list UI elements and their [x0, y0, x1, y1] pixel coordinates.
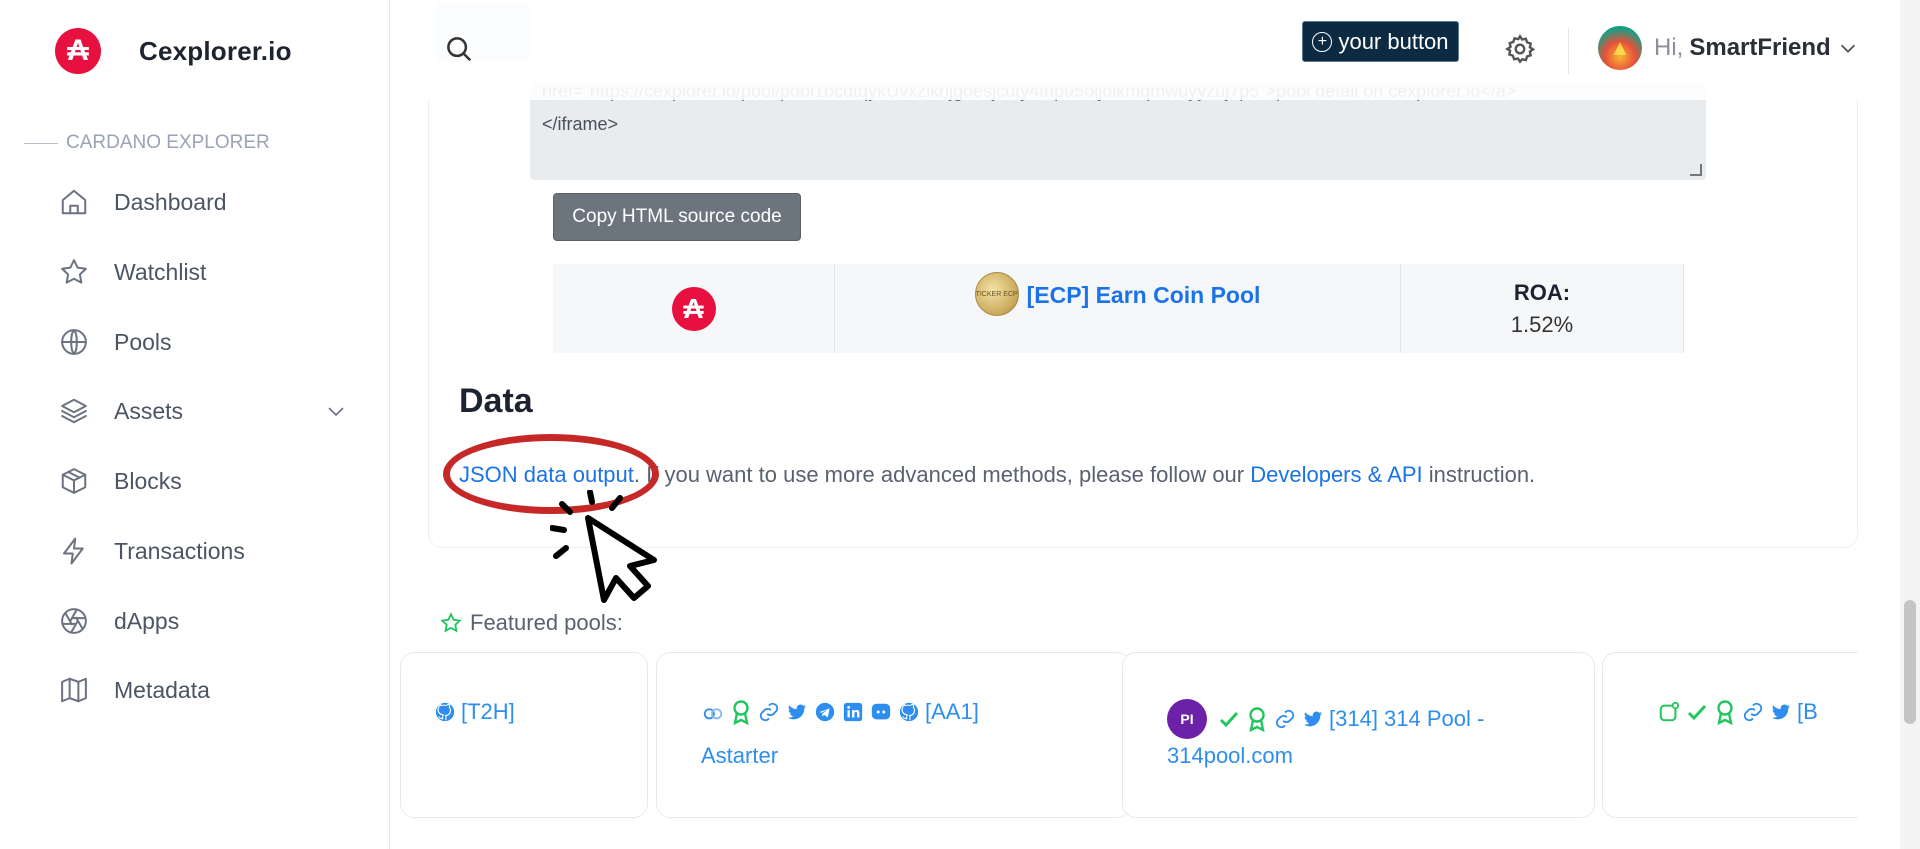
sidebar-item-pools[interactable]: Pools [58, 322, 348, 362]
pool-logo-icon [1657, 700, 1681, 724]
twitter-icon[interactable] [1769, 700, 1793, 724]
user-menu[interactable]: ▲ Hi, SmartFriend [1598, 26, 1859, 70]
pool-name-link[interactable]: Astarter [701, 743, 778, 769]
featured-pool-card[interactable]: [B [1602, 652, 1858, 818]
pool-preview-roa-cell: ROA: 1.52% [1401, 264, 1684, 353]
sidebar-item-label: Transactions [114, 537, 245, 564]
cardano-logo-icon: ₳ [671, 286, 716, 331]
link-icon[interactable] [1273, 707, 1297, 731]
award-badge-icon [1713, 700, 1737, 726]
github-icon[interactable] [433, 700, 457, 724]
twitter-icon[interactable] [1301, 707, 1325, 731]
chevron-down-icon [1837, 37, 1859, 59]
pool-preview-logo-cell: ₳ [553, 264, 835, 353]
avatar: ▲ [1598, 26, 1642, 70]
pool-ticker-link[interactable]: [314] 314 Pool - [1329, 706, 1484, 732]
gear-icon[interactable] [1504, 33, 1538, 67]
data-section-title: Data [459, 382, 533, 420]
sidebar-item-label: dApps [114, 607, 180, 634]
pool-ticker-link[interactable]: [T2H] [461, 699, 515, 725]
copy-html-button[interactable]: Copy HTML source code [553, 193, 801, 241]
star-icon [58, 256, 90, 288]
header-divider [1568, 28, 1569, 74]
roa-value: 1.52% [1510, 311, 1574, 337]
cube-icon [58, 465, 90, 497]
sidebar-item-watchlist[interactable]: Watchlist [58, 252, 348, 292]
globe-icon [58, 326, 90, 358]
featured-pool-card[interactable]: [T2H] [400, 652, 648, 818]
pool-name-link[interactable]: 314pool.com [1167, 743, 1293, 769]
discord-icon[interactable] [869, 700, 893, 724]
sidebar-item-label: Assets [114, 397, 184, 424]
github-icon[interactable] [897, 700, 921, 724]
award-badge-icon [1245, 707, 1269, 733]
sidebar-item-dapps[interactable]: dApps [58, 601, 348, 641]
roa-label: ROA: [1513, 279, 1571, 305]
pool-name-link[interactable]: [ECP] Earn Coin Pool [1027, 282, 1261, 309]
check-icon [1217, 707, 1241, 731]
pool-ticker-link[interactable]: [B [1797, 699, 1818, 725]
sidebar-item-label: Watchlist [114, 258, 207, 285]
sidebar-item-metadata[interactable]: Metadata [58, 670, 348, 710]
pointer-cursor-icon [549, 489, 680, 610]
your-button[interactable]: + your button [1302, 21, 1459, 62]
sidebar-item-dashboard[interactable]: Dashboard [58, 182, 348, 222]
bolt-icon [58, 535, 90, 567]
brand-name: Cexplorer.io [139, 35, 292, 66]
telegram-icon[interactable] [813, 700, 837, 724]
sidebar-item-label: Blocks [114, 467, 182, 494]
resize-handle-icon[interactable] [1690, 164, 1702, 176]
check-icon [1685, 700, 1709, 724]
data-section-middle-text: . If you want to use more advanced metho… [633, 462, 1251, 487]
linkedin-icon[interactable] [841, 700, 865, 724]
pool-avatar: PI [1167, 699, 1207, 739]
scrollbar-thumb[interactable] [1904, 600, 1916, 724]
search-icon[interactable] [444, 34, 478, 68]
embed-code-line: </iframe> [542, 114, 619, 134]
username: SmartFriend [1689, 34, 1831, 61]
featured-pool-card[interactable]: PI [314] 314 Pool - 314pool.com [1122, 652, 1595, 818]
data-section-end-text: instruction. [1422, 462, 1536, 487]
sidebar-item-transactions[interactable]: Transactions [58, 531, 348, 571]
sidebar-item-blocks[interactable]: Blocks [58, 461, 348, 501]
sidebar-item-assets[interactable]: Assets [58, 391, 348, 431]
sidebar-section-label: CARDANO EXPLORER [24, 132, 270, 154]
layers-icon [58, 395, 90, 427]
sidebar-item-label: Metadata [114, 676, 210, 703]
pool-preview-name-cell: TICKER ECP [ECP] Earn Coin Pool [835, 264, 1401, 353]
pool-preview-row: ₳ TICKER ECP [ECP] Earn Coin Pool ROA: 1… [553, 264, 1684, 353]
map-icon [58, 674, 90, 706]
pool-logo-icon [701, 700, 725, 724]
pool-coin-icon: TICKER ECP [974, 272, 1019, 316]
twitter-icon[interactable] [785, 700, 809, 724]
sidebar-item-label: Pools [114, 328, 172, 355]
pool-ticker-link[interactable]: [AA1] [925, 699, 979, 725]
your-button-label: your button [1338, 28, 1449, 54]
home-icon [58, 186, 90, 218]
sidebar: ₳ Cexplorer.io CARDANO EXPLORER Dashboar… [0, 0, 390, 849]
star-icon [440, 612, 462, 634]
aperture-icon [58, 605, 90, 637]
greeting-text: Hi, [1654, 34, 1684, 61]
brand[interactable]: ₳ Cexplorer.io [55, 28, 292, 74]
sidebar-item-label: Dashboard [114, 188, 227, 215]
cardano-logo-icon: ₳ [55, 28, 101, 74]
featured-pools-text: Featured pools: [470, 610, 623, 635]
plus-circle-icon: + [1312, 31, 1333, 52]
featured-pool-card[interactable]: [AA1] Astarter [656, 652, 1131, 818]
link-icon[interactable] [757, 700, 781, 724]
chevron-down-icon[interactable] [324, 399, 348, 428]
link-icon[interactable] [1741, 700, 1765, 724]
page-scrollbar[interactable] [1900, 0, 1920, 849]
award-badge-icon [729, 700, 753, 726]
developers-api-link[interactable]: Developers & API [1250, 462, 1422, 487]
featured-pools-label: Featured pools: [440, 610, 623, 636]
